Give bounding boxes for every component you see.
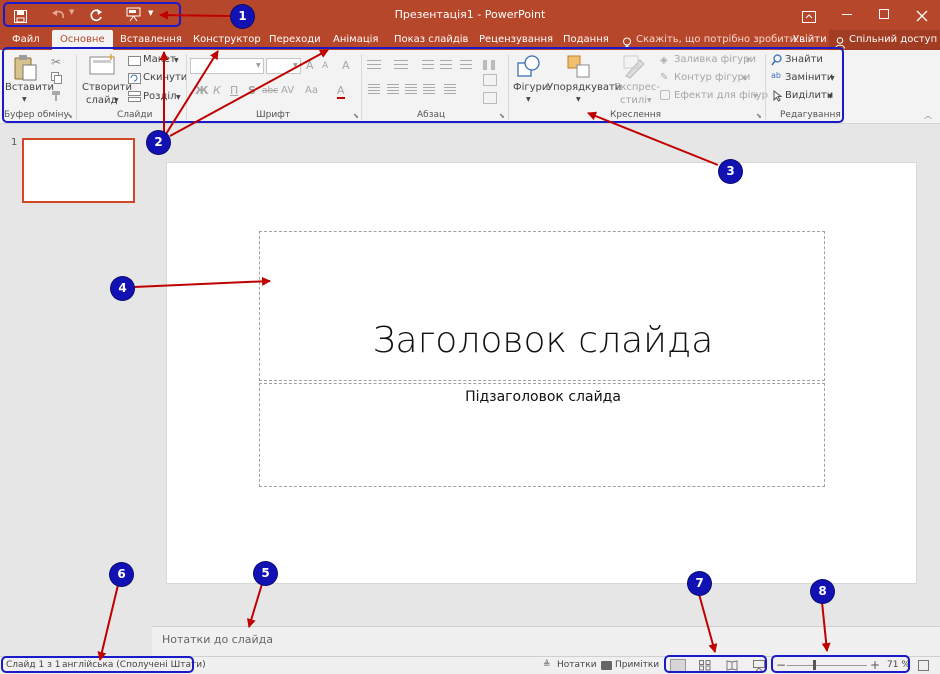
comments-icon <box>601 661 612 670</box>
minimize-icon[interactable] <box>842 14 852 15</box>
callout-1: 1 <box>231 5 254 28</box>
callout-5: 5 <box>254 562 277 585</box>
quick-access-highlight <box>3 2 181 27</box>
notes-placeholder: Нотатки до слайда <box>162 633 273 646</box>
collapse-ribbon-icon[interactable]: ︿ <box>924 110 932 121</box>
ribbon-highlight <box>2 47 844 123</box>
notes-toggle-button[interactable]: Нотатки <box>557 660 597 670</box>
zoom-highlight <box>771 655 910 673</box>
callout-4: 4 <box>111 277 134 300</box>
slide-editor: Заголовок слайда Підзаголовок слайда <box>152 125 940 626</box>
slide-title: Заголовок слайда <box>372 320 714 361</box>
title-placeholder[interactable]: Заголовок слайда <box>259 231 825 381</box>
callout-3: 3 <box>719 160 742 183</box>
subtitle-placeholder[interactable]: Підзаголовок слайда <box>259 383 825 487</box>
callout-8: 8 <box>811 580 834 603</box>
slide-subtitle: Підзаголовок слайда <box>465 389 621 405</box>
callout-6: 6 <box>110 563 133 586</box>
maximize-icon[interactable] <box>879 9 889 19</box>
slide-thumbnail[interactable] <box>22 138 135 203</box>
comments-button[interactable]: Примітки <box>615 660 659 670</box>
view-buttons-highlight <box>664 655 767 673</box>
status-left-highlight <box>1 656 194 673</box>
fit-to-window-icon[interactable] <box>918 660 929 671</box>
person-icon <box>835 34 845 49</box>
notes-pane[interactable]: Нотатки до слайда <box>152 626 940 656</box>
powerpoint-window: ▼ ▼ Презентація1 - PowerPoint Файл Основ… <box>0 0 940 674</box>
lightbulb-icon <box>622 34 632 48</box>
ribbon-display-options-icon[interactable] <box>802 8 816 23</box>
slide-canvas[interactable]: Заголовок слайда Підзаголовок слайда <box>166 162 917 584</box>
thumbnail-number: 1 <box>11 137 18 148</box>
close-icon[interactable] <box>916 7 928 22</box>
notes-toggle-icon: ≜ <box>543 660 551 670</box>
callout-7: 7 <box>688 572 711 595</box>
share-label: Спільний доступ <box>849 34 938 45</box>
share-button[interactable]: Спільний доступ <box>829 30 940 50</box>
callout-2: 2 <box>147 131 170 154</box>
